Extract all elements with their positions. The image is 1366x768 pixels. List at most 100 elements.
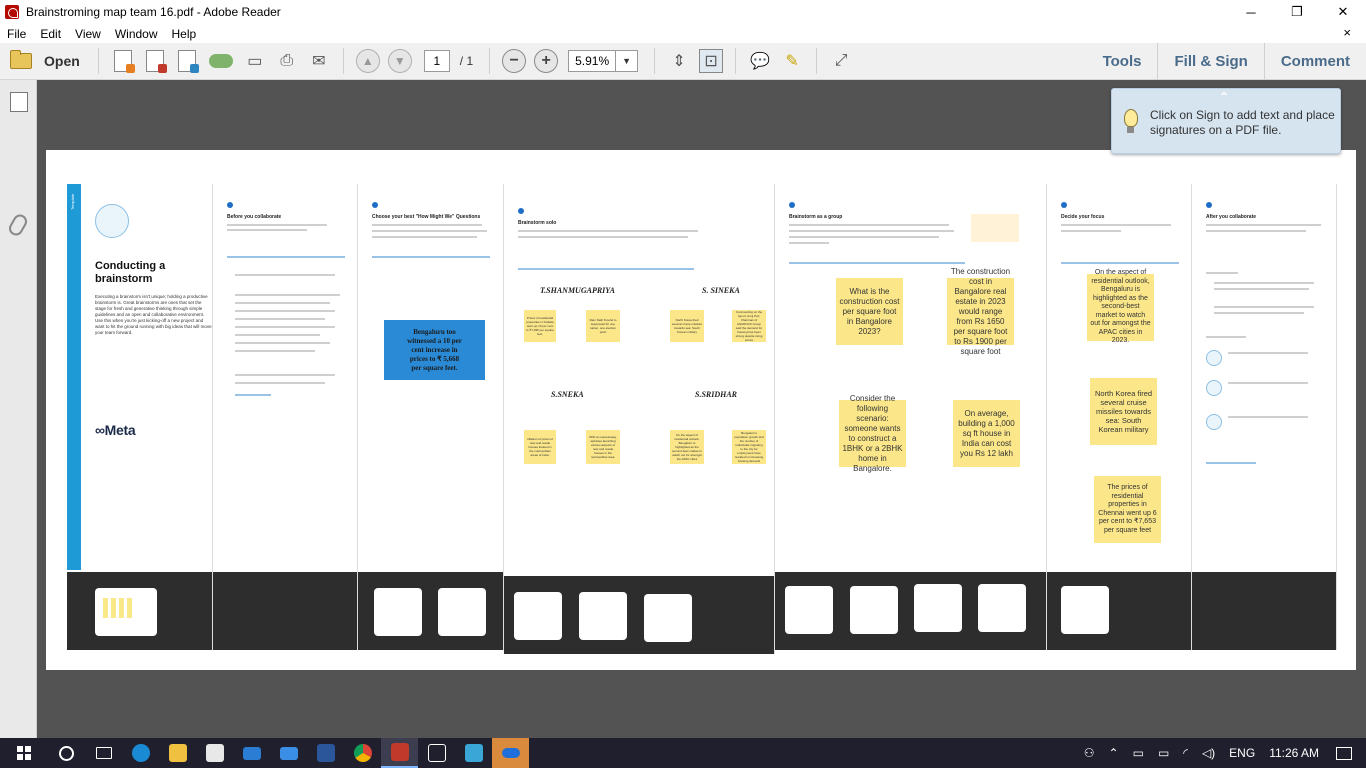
sticky-note[interactable]: Prices of residential properties in Kolk… <box>524 310 556 342</box>
export-pdf-icon[interactable] <box>145 50 167 73</box>
page-thumbnails-icon[interactable] <box>6 92 28 114</box>
sticky-note[interactable]: The prices of residential properties in … <box>1094 476 1161 543</box>
section-title: Decide your focus <box>1061 214 1105 220</box>
taskbar-photos[interactable] <box>418 738 455 768</box>
clock[interactable]: 11:26 AM <box>1269 746 1319 760</box>
sticky-note[interactable]: North Korea fired several cruise missile… <box>1090 378 1157 445</box>
wifi-icon[interactable]: ◜ <box>1183 746 1188 760</box>
sticky-note[interactable]: Consider the following scenario: someone… <box>839 394 906 473</box>
taskbar-onedrive[interactable] <box>492 738 529 768</box>
close-document-button[interactable]: × <box>1336 25 1358 40</box>
people-icon[interactable]: ⚇ <box>1084 746 1095 760</box>
taskbar-edge[interactable] <box>122 738 159 768</box>
tab-comment[interactable]: Comment <box>1263 43 1366 79</box>
display-icon[interactable]: ▭ <box>1133 746 1144 760</box>
sticky-note[interactable]: Ram Nath Kovind to lead panel for one na… <box>586 310 620 342</box>
scroll-mode-icon[interactable]: ⇕ <box>667 49 691 73</box>
text-line <box>235 342 330 344</box>
document-area[interactable]: Template Conducting a brainstorm Executi… <box>37 80 1366 738</box>
previous-page-button[interactable]: ▲ <box>355 49 380 73</box>
taskbar-mail-2[interactable] <box>270 738 307 768</box>
create-pdf-icon[interactable] <box>113 50 135 73</box>
sticky-note[interactable]: On the aspect of residential outlook, Be… <box>670 430 704 464</box>
menu-window[interactable]: Window <box>108 27 165 41</box>
taskbar-store[interactable] <box>196 738 233 768</box>
collapse-chevron-icon[interactable]: ⌃ <box>1219 90 1229 104</box>
word-icon <box>316 744 335 762</box>
attachments-icon[interactable] <box>6 211 30 239</box>
example-thumbnail <box>1061 586 1109 634</box>
taskbar-chrome[interactable] <box>344 738 381 768</box>
brainstorm-badge-icon <box>95 204 129 238</box>
sticky-note[interactable]: North Korea fired several cruise missile… <box>670 310 704 342</box>
sticky-note[interactable]: What is the construction cost per square… <box>836 278 903 345</box>
text-line <box>1206 224 1321 226</box>
open-label: Open <box>44 53 80 69</box>
next-page-button[interactable]: ▼ <box>387 49 412 73</box>
full-screen-icon[interactable]: ⤢ <box>829 49 853 73</box>
template-icon <box>1206 350 1222 366</box>
tab-fill-sign[interactable]: Fill & Sign <box>1157 43 1263 79</box>
highlight-icon[interactable]: ✎ <box>780 49 804 73</box>
panel-footer <box>67 572 212 650</box>
sticky-note[interactable]: On the aspect of residential outlook, Be… <box>1087 269 1154 344</box>
zoom-select[interactable]: 5.91% ▼ <box>568 50 639 72</box>
taskbar-mail[interactable] <box>233 738 270 768</box>
toolbar-separator <box>489 48 491 74</box>
fit-page-icon[interactable]: ⊡ <box>699 49 724 73</box>
cloud-upload-icon[interactable] <box>208 54 233 68</box>
chevron-down-icon[interactable]: ▼ <box>615 51 637 71</box>
sticky-note[interactable]: On average, building a 1,000 sq ft house… <box>953 400 1020 467</box>
minimize-button[interactable]: ─ <box>1228 0 1274 24</box>
step-icon <box>518 208 524 214</box>
sticky-note[interactable]: Bengaluru's population growth and the nu… <box>732 430 766 464</box>
open-button[interactable]: Open <box>10 50 80 69</box>
tip-note <box>971 214 1019 242</box>
taskbar-app[interactable] <box>455 738 492 768</box>
battery-icon[interactable]: ▭ <box>1158 746 1169 760</box>
notification-icon[interactable] <box>1336 746 1352 760</box>
section-title: After you collaborate <box>1206 214 1257 220</box>
start-button[interactable] <box>0 738 48 768</box>
menu-edit[interactable]: Edit <box>33 27 68 41</box>
print-icon[interactable]: ⎙ <box>275 49 299 73</box>
volume-icon[interactable]: ◁) <box>1202 746 1215 760</box>
search-button[interactable] <box>48 738 85 768</box>
tab-tools[interactable]: Tools <box>1087 43 1158 79</box>
toolbar-separator <box>735 48 737 74</box>
text-line <box>1228 382 1308 384</box>
sticky-note[interactable]: Commenting on the report, Anuj Puri, Cha… <box>732 310 766 342</box>
text-line <box>1214 282 1314 284</box>
sticky-note[interactable]: The construction cost in Bangalore real … <box>947 267 1014 356</box>
zoom-out-button[interactable]: − <box>502 49 527 73</box>
task-view-button[interactable] <box>85 738 122 768</box>
taskbar-explorer[interactable] <box>159 738 196 768</box>
email-icon[interactable]: ✉ <box>307 49 331 73</box>
menu-view[interactable]: View <box>68 27 108 41</box>
menu-file[interactable]: File <box>0 27 33 41</box>
edit-pdf-icon[interactable] <box>177 50 199 73</box>
section-title: Brainstorm solo <box>518 220 557 226</box>
page-number-input[interactable]: 1 <box>423 50 450 72</box>
chevron-up-icon[interactable]: ⌃ <box>1109 746 1119 760</box>
sticky-note[interactable]: With an expressway, websites launching v… <box>586 430 620 464</box>
toolbar-separator <box>97 48 99 74</box>
sticky-note-icon[interactable]: 💬 <box>748 49 772 73</box>
participant-name: S. SINEKA <box>702 286 740 295</box>
save-icon[interactable]: ▭ <box>243 49 267 73</box>
sticky-note[interactable]: inflation of prices of new and resale ho… <box>524 430 556 464</box>
store-icon <box>205 744 224 762</box>
title-bar: Brainstroming map team 16.pdf - Adobe Re… <box>0 0 1366 24</box>
taskbar-word[interactable] <box>307 738 344 768</box>
step-icon <box>1061 202 1067 208</box>
taskbar-adobe-reader[interactable] <box>381 738 418 768</box>
sign-tooltip[interactable]: ⌃ Click on Sign to add text and place si… <box>1111 88 1341 154</box>
menu-help[interactable]: Help <box>165 27 204 41</box>
maximize-button[interactable]: ❐ <box>1274 0 1320 24</box>
template-label: Template <box>70 193 75 210</box>
page-total: / 1 <box>459 54 474 68</box>
close-button[interactable]: ✕ <box>1320 0 1366 24</box>
zoom-in-button[interactable]: + <box>534 49 559 73</box>
panel-footer <box>504 576 774 654</box>
language-indicator[interactable]: ENG <box>1229 746 1255 760</box>
